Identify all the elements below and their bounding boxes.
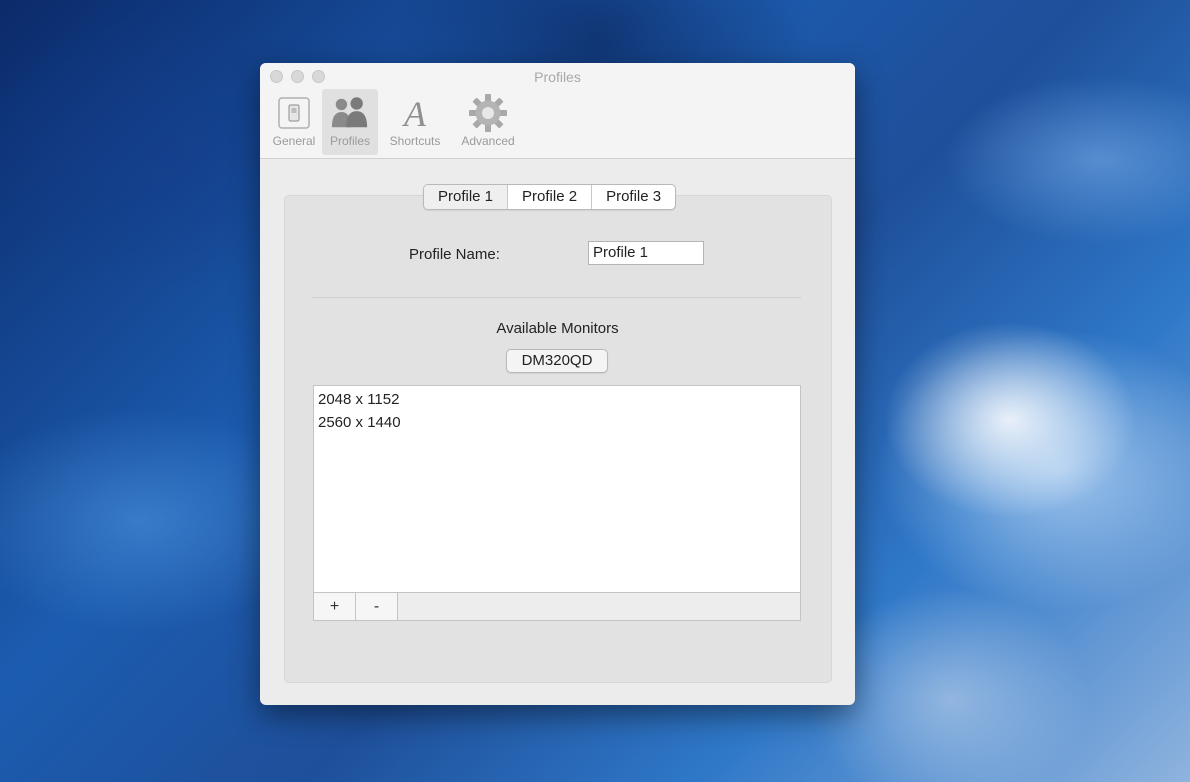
list-toolbar: + - (313, 592, 801, 621)
profile-name-label: Profile Name: (409, 246, 500, 263)
font-a-icon: A (395, 93, 435, 133)
list-item[interactable]: 2560 x 1440 (314, 411, 800, 434)
profile-tab-control: Profile 1 Profile 2 Profile 3 (423, 184, 677, 210)
tab-profile-1[interactable]: Profile 1 (424, 185, 508, 209)
toolbar-label: Advanced (461, 134, 515, 148)
toolbar-label: General (272, 134, 316, 148)
toolbar-label: Shortcuts (389, 134, 441, 148)
available-monitors-heading: Available Monitors (496, 320, 619, 337)
toolbar-item-shortcuts[interactable]: A Shortcuts (378, 89, 452, 155)
monitor-select-button[interactable]: DM320QD (506, 349, 608, 373)
preferences-toolbar: General Profiles A Shortcuts Advanced (266, 89, 524, 155)
gear-icon (468, 93, 508, 133)
profile-name-field[interactable]: Profile 1 (588, 241, 704, 265)
svg-text:A: A (402, 94, 427, 132)
tab-profile-3[interactable]: Profile 3 (591, 185, 675, 209)
preferences-window: Profiles General Profiles A Shortcuts Ad… (260, 63, 855, 705)
toolbar-label: Profiles (329, 134, 370, 148)
remove-resolution-button[interactable]: - (356, 593, 398, 620)
divider (312, 297, 801, 298)
title-bar: Profiles General Profiles A Shortcuts Ad… (260, 63, 855, 159)
toolbar-item-general[interactable]: General (266, 89, 322, 155)
toolbar-item-profiles[interactable]: Profiles (322, 89, 378, 155)
users-icon (330, 93, 370, 133)
window-title: Profiles (534, 69, 581, 85)
resolution-list[interactable]: 2048 x 1152 2560 x 1440 (313, 385, 801, 592)
list-item[interactable]: 2048 x 1152 (314, 388, 800, 411)
tab-profile-2[interactable]: Profile 2 (507, 185, 591, 209)
toolbar-item-advanced[interactable]: Advanced (452, 89, 524, 155)
add-resolution-button[interactable]: + (314, 593, 356, 620)
switch-icon (274, 93, 314, 133)
